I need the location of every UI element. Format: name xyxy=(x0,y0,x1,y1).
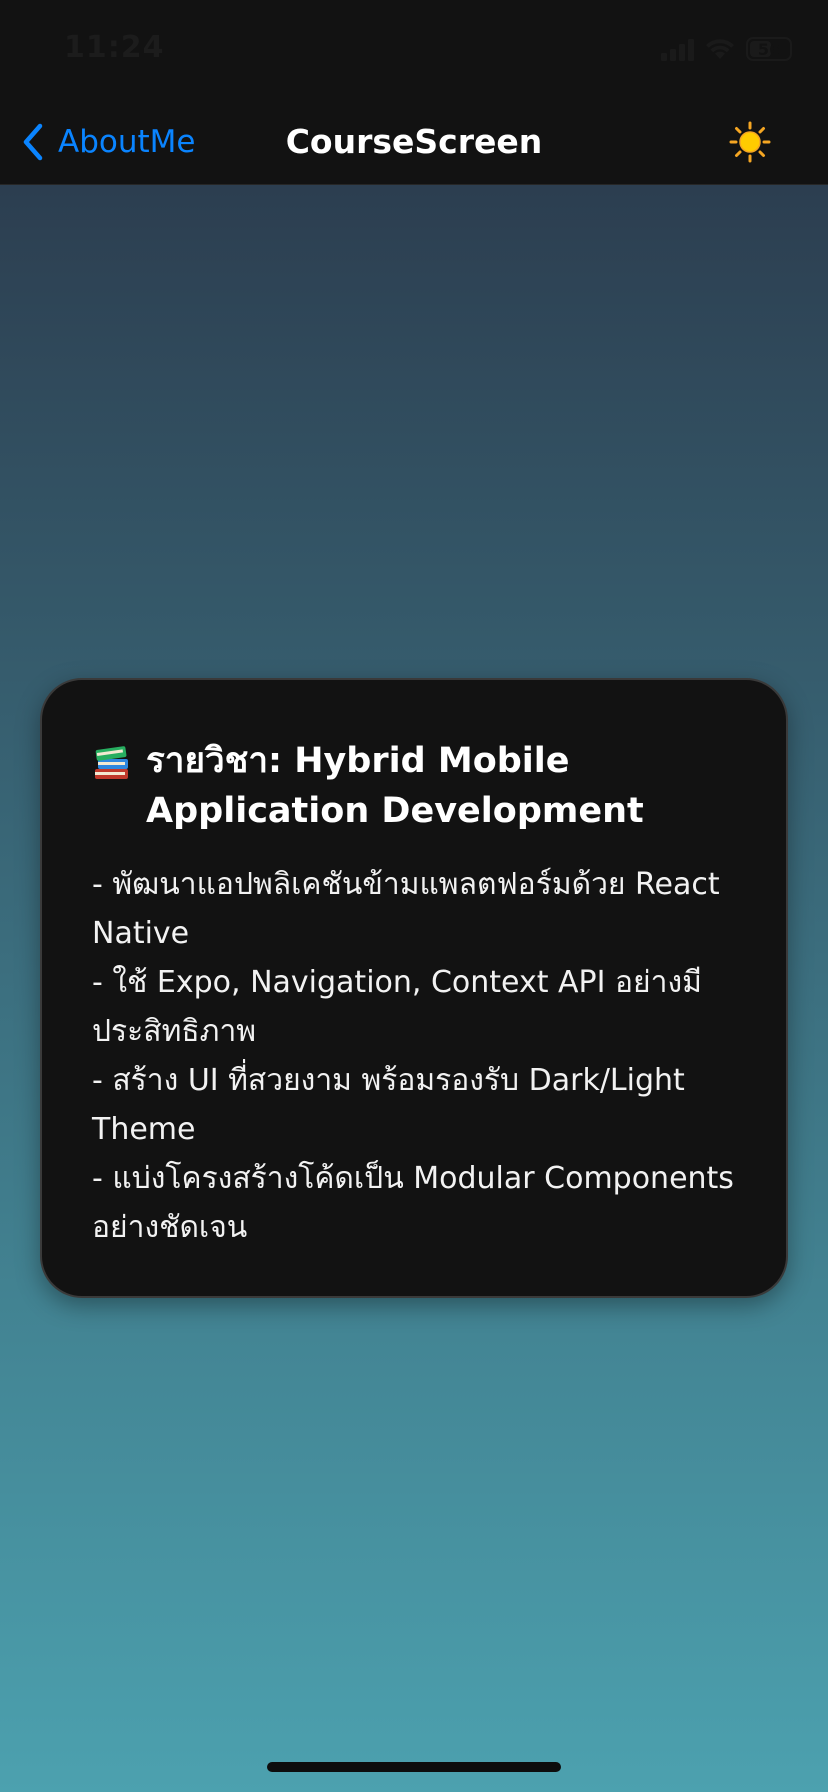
books-icon xyxy=(95,746,128,779)
course-title-row: รายวิชา: Hybrid Mobile Application Devel… xyxy=(92,736,742,836)
status-icons: 56 xyxy=(661,34,792,64)
battery-icon: 56 xyxy=(746,37,792,61)
status-time: 11:24 xyxy=(64,30,165,65)
back-button-label: AboutMe xyxy=(58,124,196,160)
signal-icon xyxy=(661,37,694,61)
description-line: - ใช้ Expo, Navigation, Context API อย่า… xyxy=(92,965,702,1000)
description-line: - แบ่งโครงสร้างโค้ดเป็น Modular Componen… xyxy=(92,1161,734,1196)
description-line: - สร้าง UI ที่สวยงาม พร้อมรองรับ Dark/Li… xyxy=(92,1063,685,1098)
description-line: Theme xyxy=(92,1112,196,1147)
status-bar: 11:24 56 xyxy=(0,0,828,100)
description-line: ประสิทธิภาพ xyxy=(92,1014,257,1049)
chevron-left-icon xyxy=(23,123,43,161)
course-card: รายวิชา: Hybrid Mobile Application Devel… xyxy=(40,678,788,1298)
course-title: รายวิชา: Hybrid Mobile Application Devel… xyxy=(146,741,644,831)
battery-level: 56 xyxy=(757,39,781,59)
course-description: - พัฒนาแอปพลิเคชันข้ามแพลตฟอร์มด้วย Reac… xyxy=(92,860,742,1252)
sun-icon xyxy=(729,121,771,163)
navigation-header: AboutMe CourseScreen xyxy=(0,100,828,185)
description-line: อย่างชัดเจน xyxy=(92,1210,248,1245)
theme-toggle-button[interactable] xyxy=(726,118,774,166)
course-screen-content: รายวิชา: Hybrid Mobile Application Devel… xyxy=(0,185,828,1792)
back-button[interactable]: AboutMe xyxy=(22,118,195,166)
wifi-icon xyxy=(706,39,734,59)
description-line: - พัฒนาแอปพลิเคชันข้ามแพลตฟอร์มด้วย Reac… xyxy=(92,867,720,902)
description-line: Native xyxy=(92,916,190,951)
home-indicator xyxy=(267,1762,561,1772)
